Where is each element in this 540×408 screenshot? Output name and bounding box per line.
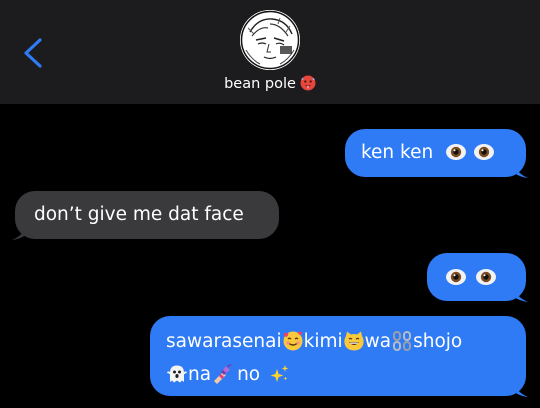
message-text: wa <box>364 331 392 352</box>
bubble-tail <box>12 225 26 240</box>
smiling-face-with-hearts-icon <box>282 330 304 361</box>
message-text: no <box>237 364 261 385</box>
eyes-icon <box>445 141 467 163</box>
message-bubble-incoming[interactable]: don’t give me dat face <box>15 191 279 239</box>
messages-screen: bean pole ken ken don’t give me dat face… <box>0 0 540 408</box>
eyes-icon <box>473 141 495 163</box>
avatar-portrait-image <box>240 10 300 70</box>
bubble-tail <box>514 382 528 397</box>
grinning-cat-icon <box>343 330 365 361</box>
eyes-icon <box>475 266 497 288</box>
bubble-tail <box>514 287 528 302</box>
back-button[interactable] <box>18 36 48 70</box>
chains-icon <box>391 330 413 361</box>
chevron-left-icon <box>24 38 42 68</box>
nail-polish-icon <box>211 363 233 394</box>
contact-name-button[interactable]: bean pole <box>0 74 540 94</box>
contact-avatar[interactable] <box>240 10 300 70</box>
message-text: don’t give me dat face <box>34 204 244 225</box>
conversation-header: bean pole <box>0 0 540 104</box>
contact-name: bean pole <box>224 76 296 92</box>
message-bubble-outgoing[interactable]: sawarasenai kimi wa shojo na no <box>150 316 526 396</box>
message-bubble-outgoing[interactable]: ken ken <box>345 129 526 177</box>
message-text: kimi <box>303 331 343 352</box>
message-text: ken ken <box>361 142 434 163</box>
sparkles-icon <box>268 363 290 394</box>
message-bubble-outgoing[interactable] <box>427 253 526 301</box>
message-text: shojo <box>413 331 463 352</box>
hot-face-icon <box>300 75 316 91</box>
message-text: na <box>188 364 212 385</box>
eyes-icon <box>445 266 467 288</box>
bubble-tail <box>514 163 528 178</box>
message-text: sawarasenai <box>166 331 282 352</box>
ghost-icon <box>166 363 188 394</box>
